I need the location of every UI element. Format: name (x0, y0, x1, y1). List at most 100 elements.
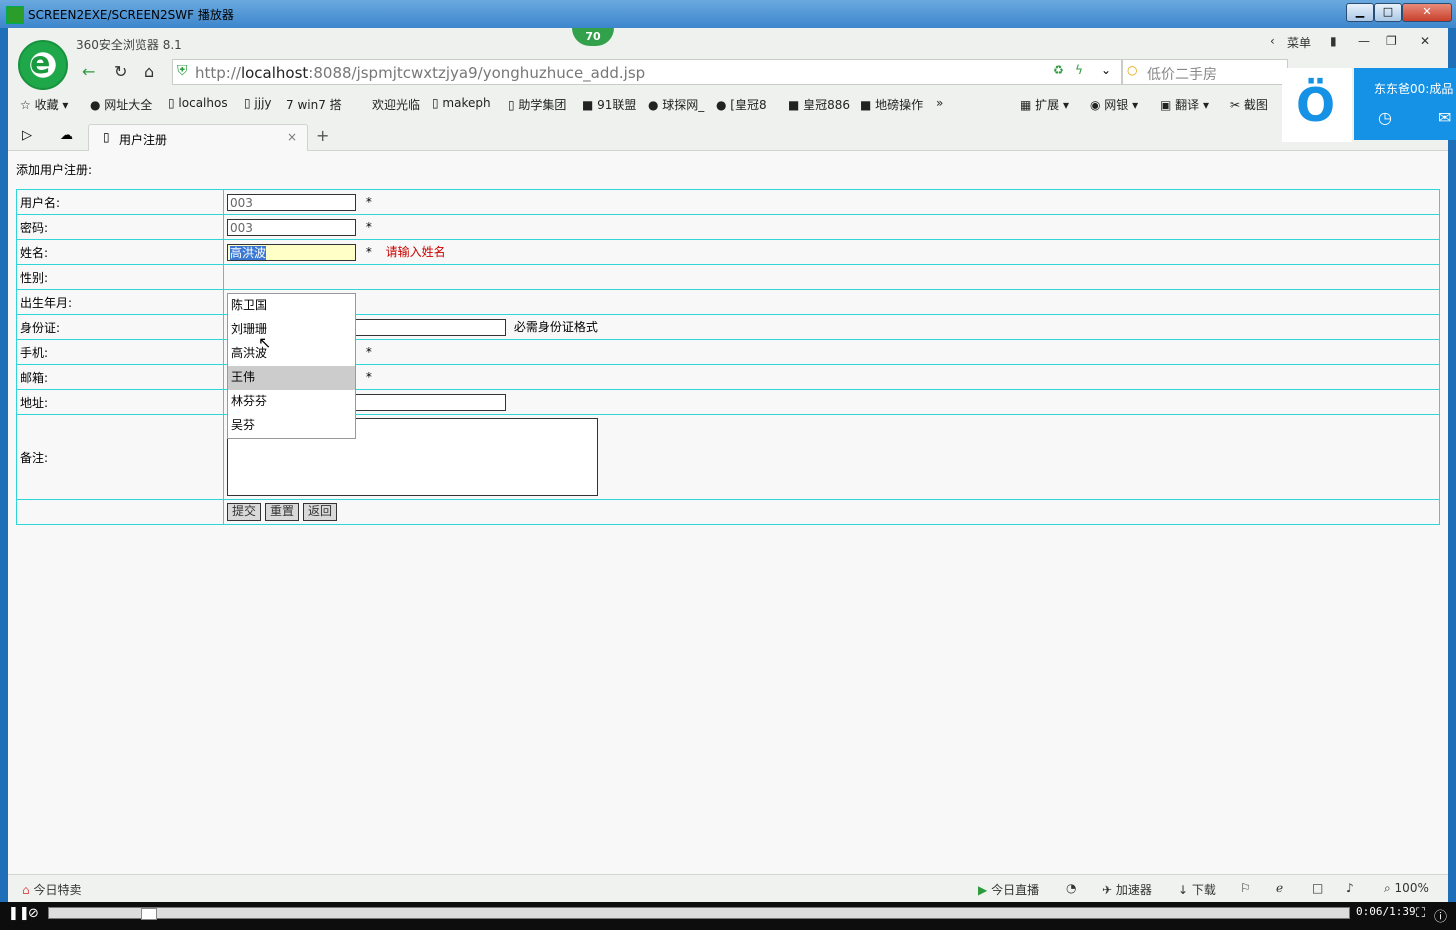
email-label: 邮箱: (16, 364, 224, 390)
fullscreen-icon[interactable]: ⛶ (1416, 906, 1425, 921)
cloud-icon[interactable]: ☁ (60, 128, 73, 143)
page-content: 添加用户注册: 用户名: 003 * 密码: 003 * 姓名: 高洪波 * 请… (8, 151, 1448, 873)
autocomplete-option[interactable]: 吴芬 (228, 414, 355, 438)
stop-icon[interactable]: ⊘ (28, 906, 39, 921)
cow-icon: Ö (1282, 68, 1352, 142)
required-mark: * (365, 369, 372, 384)
chevron-left-icon[interactable]: ‹ (1270, 34, 1275, 48)
empty-cell (16, 499, 224, 525)
bookmark-item[interactable]: 欢迎光临 (372, 96, 420, 113)
autocomplete-option[interactable]: 王伟 (228, 366, 355, 390)
search-icon: ○ (1127, 63, 1138, 77)
table-row: 密码: 003 * (16, 214, 1440, 240)
accelerator-button[interactable]: ✈ 加速器 (1102, 881, 1152, 898)
netbank-button[interactable]: ◉ 网银 ▾ (1090, 96, 1138, 113)
status-bar: ⌂ 今日特卖 ▶ 今日直播 ◔ ✈ 加速器 ↓ 下载 ⚐ ℯ □ ♪ ⌕ 100… (8, 874, 1448, 903)
bookmark-item[interactable]: ▯ 助学集团 (508, 96, 566, 113)
sidebar-toggle-icon[interactable]: ▷ (22, 128, 32, 143)
info-icon[interactable]: ⓘ (1434, 906, 1447, 925)
username-input[interactable]: 003 (227, 193, 356, 211)
browser-close-button[interactable]: ✕ (1420, 34, 1430, 48)
url-text: http://localhost:8088/jspmjtcwxtzjya9/yo… (195, 64, 646, 82)
idcard-hint: 必需身份证格式 (513, 320, 598, 334)
floating-widget[interactable]: Ö 东东爸00:成品 ◷ ✉ (1282, 68, 1456, 142)
bookmark-item[interactable]: ■ 91联盟 (582, 96, 636, 113)
daily-deals-button[interactable]: ⌂ 今日特卖 (22, 881, 81, 898)
clock-icon[interactable]: ◷ (1378, 108, 1392, 127)
download-button[interactable]: ↓ 下载 (1178, 881, 1216, 898)
bookmark-item[interactable]: ■ 皇冠886 (788, 96, 850, 113)
search-placeholder: 低价二手房 (1147, 67, 1217, 83)
score-badge[interactable]: 70 (572, 28, 614, 46)
extensions-button[interactable]: ▦ 扩展 ▾ (1020, 96, 1069, 113)
live-button[interactable]: ▶ 今日直播 (978, 881, 1039, 898)
address-bar[interactable]: ⛨ http://localhost:8088/jspmjtcwxtzjya9/… (172, 59, 1122, 85)
shield-icon: ⛨ (177, 63, 188, 79)
tab-user-register[interactable]: ▯ 用户注册 × (88, 124, 308, 151)
browser-window: e 360安全浏览器 8.1 70 ‹ 菜单 ▮ — ❐ ✕ ← ↻ ⌂ ⛨ h… (8, 28, 1448, 903)
bookmark-item[interactable]: ● 球探网_ (648, 96, 704, 113)
lightning-icon[interactable]: ϟ (1075, 63, 1083, 77)
window-icon[interactable]: □ (1312, 881, 1323, 895)
browser-chrome: e 360安全浏览器 8.1 70 ‹ 菜单 ▮ — ❐ ✕ ← ↻ ⌂ ⛨ h… (8, 28, 1448, 151)
seek-bar[interactable] (48, 907, 1350, 920)
new-tab-button[interactable]: + (316, 126, 329, 145)
birth-label: 出生年月: (16, 289, 224, 315)
maximize-button[interactable]: □ (1374, 3, 1402, 22)
bookmark-item[interactable]: 7 win7 搭 (286, 96, 342, 113)
menu-button[interactable]: 菜单 (1287, 34, 1311, 51)
autocomplete-dropdown: 陈卫国 刘珊珊 高洪波 王伟 林芬芬 吴芬 (227, 293, 356, 439)
widget-text: 东东爸00:成品 (1374, 82, 1454, 96)
ie-icon[interactable]: ℯ (1276, 881, 1283, 895)
back-button[interactable]: 返回 (303, 503, 338, 521)
home-icon[interactable]: ⌂ (144, 62, 154, 81)
mail-icon[interactable]: ✉ (1438, 108, 1451, 127)
reset-button[interactable]: 重置 (265, 503, 300, 521)
gender-field[interactable] (223, 264, 1440, 290)
bookmark-item[interactable]: ● [皇冠8 (716, 96, 767, 113)
chevron-down-icon[interactable]: ⌄ (1101, 63, 1111, 77)
table-row: 用户名: 003 * (16, 189, 1440, 215)
birth-field[interactable] (223, 289, 1440, 315)
autocomplete-option[interactable]: 陈卫国 (228, 294, 355, 318)
flag-icon[interactable]: ⚐ (1240, 881, 1251, 895)
bookmark-item[interactable]: ● 网址大全 (90, 96, 152, 113)
password-input[interactable]: 003 (227, 218, 356, 236)
seek-knob[interactable] (141, 908, 157, 920)
table-row: 姓名: 高洪波 * 请输入姓名 (16, 239, 1440, 265)
screenshot-button[interactable]: ✂ 截图 (1230, 96, 1268, 113)
table-row: 提交 重置 返回 (16, 499, 1440, 525)
play-icon: ▶ (978, 883, 988, 897)
name-error-text: 请输入姓名 (385, 245, 446, 259)
pause-icon[interactable]: ❚❚ (8, 906, 30, 921)
autocomplete-option[interactable]: 高洪波 (228, 342, 355, 366)
zoom-button[interactable]: ⌕ 100% (1384, 881, 1429, 896)
shirt-icon[interactable]: ▮ (1330, 34, 1337, 48)
minimize-button[interactable]: ▁ (1346, 3, 1374, 22)
recycle-icon[interactable]: ♻ (1053, 63, 1064, 77)
bookmark-item[interactable]: ▯ makeph (432, 96, 491, 110)
bookmark-item[interactable]: ▯ localhos (168, 96, 228, 110)
app-icon (6, 6, 24, 24)
autocomplete-option[interactable]: 林芬芬 (228, 390, 355, 414)
speed-icon[interactable]: ◔ (1066, 881, 1076, 895)
browser-restore-button[interactable]: ❐ (1386, 34, 1397, 48)
bookmark-favorites[interactable]: ☆ 收藏 ▾ (20, 96, 68, 113)
tab-close-icon[interactable]: × (287, 130, 297, 144)
window-titlebar: SCREEN2EXE/SCREEN2SWF 播放器 ▁ □ ✕ (0, 0, 1456, 28)
search-box[interactable]: ○ 低价二手房 (1122, 59, 1288, 85)
bookmark-item[interactable]: ▯ jjjy (244, 96, 272, 110)
name-input[interactable]: 高洪波 (227, 244, 356, 261)
back-arrow-icon[interactable]: ← (82, 62, 95, 81)
submit-button[interactable]: 提交 (227, 503, 262, 521)
widget-panel: 东东爸00:成品 ◷ ✉ (1354, 68, 1456, 140)
more-bookmarks-icon[interactable]: » (936, 96, 943, 110)
autocomplete-option[interactable]: 刘珊珊 (228, 318, 355, 342)
remark-label: 备注: (16, 414, 224, 500)
volume-icon[interactable]: ♪ (1346, 881, 1354, 895)
bookmark-item[interactable]: ■ 地磅操作 (860, 96, 923, 113)
refresh-icon[interactable]: ↻ (114, 62, 127, 81)
close-button[interactable]: ✕ (1402, 3, 1452, 22)
browser-minimize-button[interactable]: — (1358, 34, 1370, 48)
translate-button[interactable]: ▣ 翻译 ▾ (1160, 96, 1209, 113)
